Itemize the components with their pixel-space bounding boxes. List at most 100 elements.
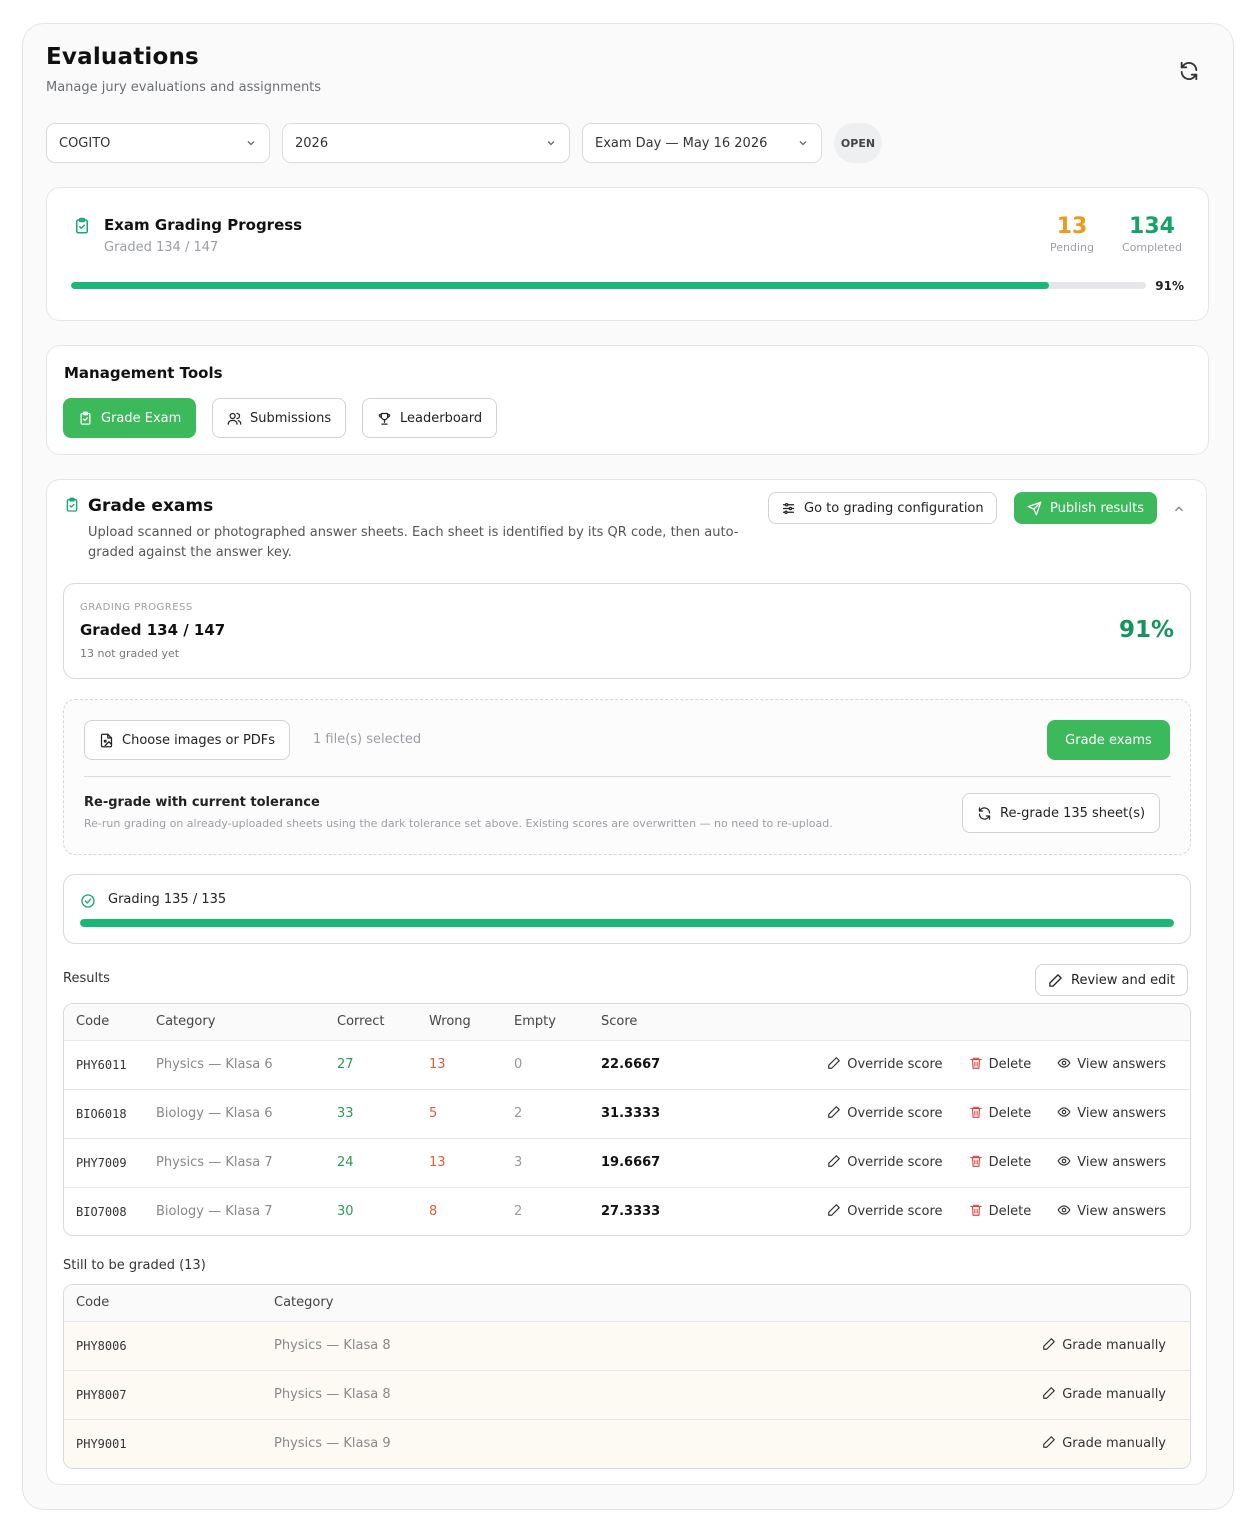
grading-progress-label: GRADING PROGRESS [80,602,193,613]
row-category: Biology — Klasa 6 [156,1088,337,1138]
row-category: Physics — Klasa 8 [274,1369,794,1419]
grading-run-text: Grading 135 / 135 [108,892,227,907]
delete-button[interactable]: Delete [969,1105,1031,1123]
view-answers-button[interactable]: View answers [1057,1203,1166,1221]
pencil-icon [827,1154,841,1172]
col-code: Code [64,1285,274,1321]
status-badge: OPEN [834,123,882,163]
grading-progress-card: Exam Grading Progress Graded 134 / 147 1… [46,187,1209,321]
clipboard-check-icon [76,217,88,234]
pencil-icon [827,1056,841,1074]
chevron-up-icon[interactable] [1172,502,1186,516]
still-to-grade-label: Still to be graded (13) [63,1258,206,1273]
organization-select-value: COGITO [59,135,111,151]
view-answers-label: View answers [1077,1155,1166,1170]
grading-progress-sub: 13 not graded yet [80,647,180,660]
progress-percent: 91% [1155,279,1184,293]
row-empty: 2 [514,1088,601,1138]
submissions-label: Submissions [250,410,332,426]
regrade-description: Re-run grading on already-uploaded sheet… [84,817,833,830]
session-select[interactable]: Exam Day — May 16 2026 [582,123,822,163]
progress-bar [71,282,1146,289]
grade-manually-button[interactable]: Grade manually [1042,1386,1166,1404]
regrade-button[interactable]: Re-grade 135 sheet(s) [962,793,1161,833]
col-category: Category [156,1004,337,1040]
delete-button[interactable]: Delete [969,1154,1031,1172]
users-icon [227,412,242,425]
choose-files-label: Choose images or PDFs [122,732,276,748]
row-correct: 30 [337,1186,429,1235]
grade-manually-button[interactable]: Grade manually [1042,1435,1166,1453]
view-answers-button[interactable]: View answers [1057,1056,1166,1074]
row-correct: 33 [337,1088,429,1138]
override-score-label: Override score [847,1155,943,1170]
grade-exams-button[interactable]: Grade exams [1047,720,1170,760]
grading-progress-main: Graded 134 / 147 [80,621,226,639]
grading-run-bar-fill [80,919,1174,927]
override-score-label: Override score [847,1106,943,1121]
grading-config-button[interactable]: Go to grading configuration [768,492,997,524]
row-empty: 0 [514,1039,601,1089]
table-row: BIO6018 Biology — Klasa 6 33 5 2 31.3333 Overr… [64,1088,1190,1138]
view-answers-button[interactable]: View answers [1057,1154,1166,1172]
trash-icon [969,1056,983,1074]
refresh-icon [978,806,991,820]
year-select-value: 2026 [295,135,329,151]
leaderboard-button[interactable]: Leaderboard [362,398,498,438]
clipboard-check-icon [80,411,91,425]
pencil-icon [827,1105,841,1123]
grade-exam-button[interactable]: Grade Exam [63,398,197,438]
col-correct: Correct [337,1004,429,1040]
trash-icon [969,1203,983,1221]
pencil-icon [827,1203,841,1221]
row-code: BIO7008 [64,1186,156,1235]
grade-exam-label: Grade Exam [101,410,182,426]
view-answers-button[interactable]: View answers [1057,1105,1166,1123]
regrade-title: Re-grade with current tolerance [84,795,320,810]
override-score-button[interactable]: Override score [827,1203,943,1221]
file-image-icon [100,733,113,747]
pending-stat: 13 Pending [1047,214,1097,254]
row-category: Physics — Klasa 6 [156,1039,337,1089]
row-code: BIO6018 [64,1088,156,1138]
trash-icon [969,1154,983,1172]
row-score: 19.6667 [601,1137,771,1187]
organization-select[interactable]: COGITO [46,123,270,163]
eye-icon [1057,1154,1071,1172]
leaderboard-label: Leaderboard [400,410,483,426]
refresh-icon[interactable] [1178,60,1200,82]
override-score-button[interactable]: Override score [827,1105,943,1123]
row-category: Physics — Klasa 9 [274,1418,794,1468]
row-score: 27.3333 [601,1186,771,1235]
delete-label: Delete [988,1204,1032,1220]
session-select-value: Exam Day — May 16 2026 [595,135,768,151]
submissions-button[interactable]: Submissions [212,398,347,438]
delete-button[interactable]: Delete [969,1203,1032,1221]
override-score-button[interactable]: Override score [827,1056,943,1074]
row-wrong: 8 [429,1186,514,1235]
choose-files-button[interactable]: Choose images or PDFs [84,720,291,760]
col-category: Category [274,1285,794,1321]
review-edit-button[interactable]: Review and edit [1035,964,1189,996]
override-score-button[interactable]: Override score [827,1154,943,1172]
grade-manually-button[interactable]: Grade manually [1042,1337,1166,1355]
row-code: PHY9001 [64,1418,274,1468]
progress-graded-text: Graded 134 / 147 [104,240,219,255]
row-wrong: 13 [429,1039,514,1089]
row-correct: 24 [337,1137,429,1187]
row-wrong: 5 [429,1088,514,1138]
delete-button[interactable]: Delete [969,1056,1031,1074]
publish-results-button[interactable]: Publish results [1014,492,1158,524]
col-score: Score [601,1004,771,1040]
year-select[interactable]: 2026 [282,123,570,163]
override-score-label: Override score [847,1204,943,1220]
grading-run-box: Grading 135 / 135 [63,874,1191,944]
chevron-down-icon [799,141,807,146]
progress-bar-fill [71,282,1050,289]
upload-area: Choose images or PDFs 1 file(s) selected… [63,699,1191,855]
grading-progress-box: GRADING PROGRESS Graded 134 / 147 13 not… [63,583,1191,679]
view-answers-label: View answers [1077,1106,1166,1121]
view-answers-label: View answers [1077,1057,1166,1072]
pending-count: 13 [1056,214,1088,239]
grading-config-label: Go to grading configuration [804,500,984,516]
